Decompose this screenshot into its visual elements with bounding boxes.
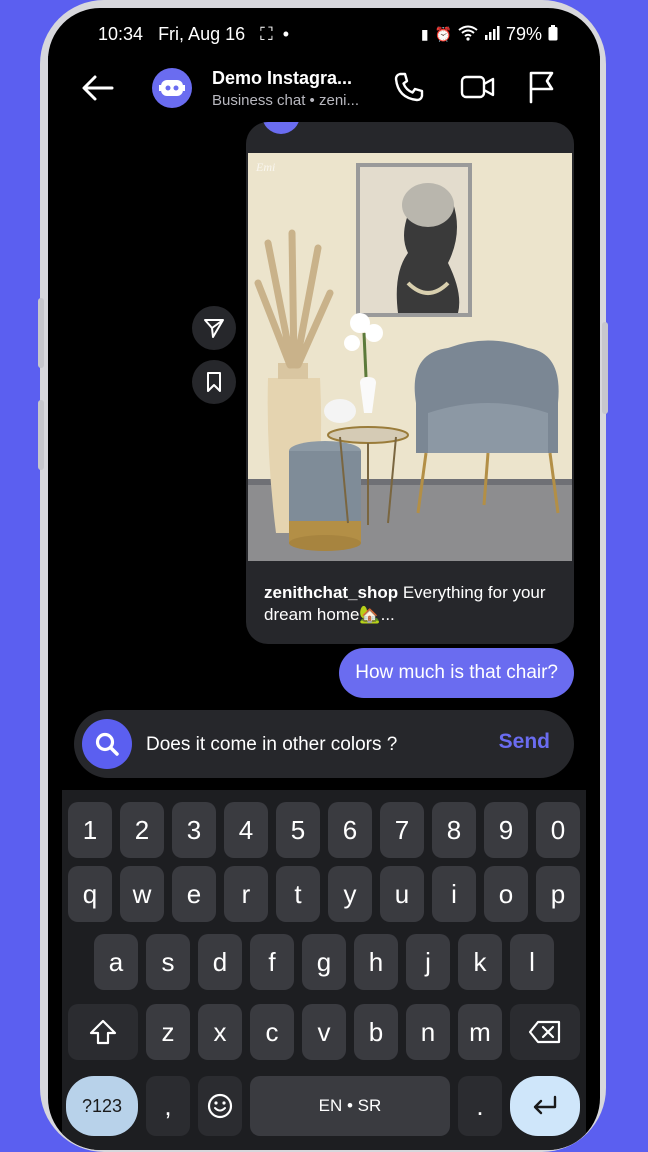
battery-icon bbox=[548, 25, 558, 44]
key-j[interactable]: j bbox=[406, 934, 450, 990]
space-bar[interactable]: EN • SR bbox=[250, 1076, 450, 1136]
backspace-icon bbox=[528, 1020, 561, 1044]
volume-button-lower bbox=[38, 400, 44, 470]
paper-plane-icon bbox=[204, 319, 224, 338]
emoji-key[interactable] bbox=[198, 1076, 242, 1136]
key-0[interactable]: 0 bbox=[536, 802, 580, 858]
key-b[interactable]: b bbox=[354, 1004, 398, 1060]
key-d[interactable]: d bbox=[198, 934, 242, 990]
send-button[interactable]: Send bbox=[499, 730, 550, 754]
key-q[interactable]: q bbox=[68, 866, 112, 922]
outgoing-message[interactable]: How much is that chair? bbox=[339, 648, 574, 698]
key-z[interactable]: z bbox=[146, 1004, 190, 1060]
backspace-key[interactable] bbox=[510, 1004, 580, 1060]
battery-percent: 79% bbox=[505, 24, 542, 44]
post-image[interactable]: Emi bbox=[248, 153, 572, 561]
period-key[interactable]: . bbox=[458, 1076, 502, 1136]
key-m[interactable]: m bbox=[458, 1004, 502, 1060]
key-u[interactable]: u bbox=[380, 866, 424, 922]
volume-button bbox=[38, 298, 44, 368]
key-a[interactable]: a bbox=[94, 934, 138, 990]
enter-icon bbox=[533, 1095, 557, 1115]
alarm-icon: ⏰ bbox=[434, 26, 452, 42]
key-9[interactable]: 9 bbox=[484, 802, 528, 858]
key-1[interactable]: 1 bbox=[68, 802, 112, 858]
key-3[interactable]: 3 bbox=[172, 802, 216, 858]
status-left: 10:34 Fri, Aug 16 ⛶ • bbox=[98, 24, 289, 45]
chat-header: Demo Instagra... Business chat • zeni... bbox=[48, 56, 600, 128]
save-button[interactable] bbox=[192, 360, 236, 404]
emoji-icon bbox=[207, 1093, 233, 1119]
post-caption: zenithchat_shop Everything for your drea… bbox=[264, 582, 560, 626]
screen: 10:34 Fri, Aug 16 ⛶ • ▮ ⏰ 79% Demo Insta… bbox=[48, 8, 600, 1150]
shift-icon bbox=[89, 1019, 117, 1045]
key-7[interactable]: 7 bbox=[380, 802, 424, 858]
key-y[interactable]: y bbox=[328, 866, 372, 922]
key-c[interactable]: c bbox=[250, 1004, 294, 1060]
key-6[interactable]: 6 bbox=[328, 802, 372, 858]
share-button[interactable] bbox=[192, 306, 236, 350]
power-button bbox=[602, 322, 608, 414]
bookmark-icon bbox=[207, 372, 221, 392]
enter-key[interactable] bbox=[510, 1076, 580, 1136]
caption-username[interactable]: zenithchat_shop bbox=[264, 583, 398, 602]
key-o[interactable]: o bbox=[484, 866, 528, 922]
svg-text:Emi: Emi bbox=[255, 160, 275, 174]
key-f[interactable]: f bbox=[250, 934, 294, 990]
key-4[interactable]: 4 bbox=[224, 802, 268, 858]
message-input[interactable] bbox=[144, 728, 468, 762]
post-author-avatar bbox=[262, 122, 300, 134]
flag-icon[interactable] bbox=[526, 70, 562, 106]
video-call-icon[interactable] bbox=[460, 70, 496, 106]
chat-subtitle: Business chat • zeni... bbox=[212, 92, 359, 109]
key-p[interactable]: p bbox=[536, 866, 580, 922]
key-x[interactable]: x bbox=[198, 1004, 242, 1060]
phone-icon[interactable] bbox=[392, 70, 428, 106]
status-time: 10:34 bbox=[98, 24, 144, 44]
status-right: ▮ ⏰ 79% bbox=[421, 24, 558, 45]
key-w[interactable]: w bbox=[120, 866, 164, 922]
dot-icon: • bbox=[282, 24, 290, 44]
avatar[interactable] bbox=[152, 68, 192, 108]
key-r[interactable]: r bbox=[224, 866, 268, 922]
shift-key[interactable] bbox=[68, 1004, 138, 1060]
chat-title[interactable]: Demo Instagra... bbox=[212, 68, 352, 89]
search-icon bbox=[95, 732, 119, 756]
signal-icon bbox=[484, 26, 500, 43]
key-2[interactable]: 2 bbox=[120, 802, 164, 858]
comma-key[interactable]: , bbox=[146, 1076, 190, 1136]
bot-icon bbox=[159, 80, 185, 96]
symbols-key[interactable]: ?123 bbox=[66, 1076, 138, 1136]
message-composer: Send bbox=[74, 710, 574, 778]
key-h[interactable]: h bbox=[354, 934, 398, 990]
search-button[interactable] bbox=[82, 719, 132, 769]
key-s[interactable]: s bbox=[146, 934, 190, 990]
battery-saver-icon: ▮ bbox=[420, 26, 429, 42]
screenshot-icon: ⛶ bbox=[260, 24, 273, 44]
keyboard: 1 2 3 4 5 6 7 8 9 0 q w e r t y u i o p … bbox=[62, 790, 586, 1150]
status-bar: 10:34 Fri, Aug 16 ⛶ • ▮ ⏰ 79% bbox=[48, 22, 600, 48]
key-n[interactable]: n bbox=[406, 1004, 450, 1060]
status-date: Fri, Aug 16 bbox=[158, 24, 246, 44]
key-l[interactable]: l bbox=[510, 934, 554, 990]
key-k[interactable]: k bbox=[458, 934, 502, 990]
key-g[interactable]: g bbox=[302, 934, 346, 990]
key-t[interactable]: t bbox=[276, 866, 320, 922]
key-5[interactable]: 5 bbox=[276, 802, 320, 858]
wifi-icon bbox=[458, 25, 478, 44]
key-i[interactable]: i bbox=[432, 866, 476, 922]
shared-post-card[interactable]: Emi zenithchat_shop Everything for your … bbox=[246, 122, 574, 644]
back-arrow-icon[interactable] bbox=[80, 70, 120, 106]
key-e[interactable]: e bbox=[172, 866, 216, 922]
key-v[interactable]: v bbox=[302, 1004, 346, 1060]
key-8[interactable]: 8 bbox=[432, 802, 476, 858]
